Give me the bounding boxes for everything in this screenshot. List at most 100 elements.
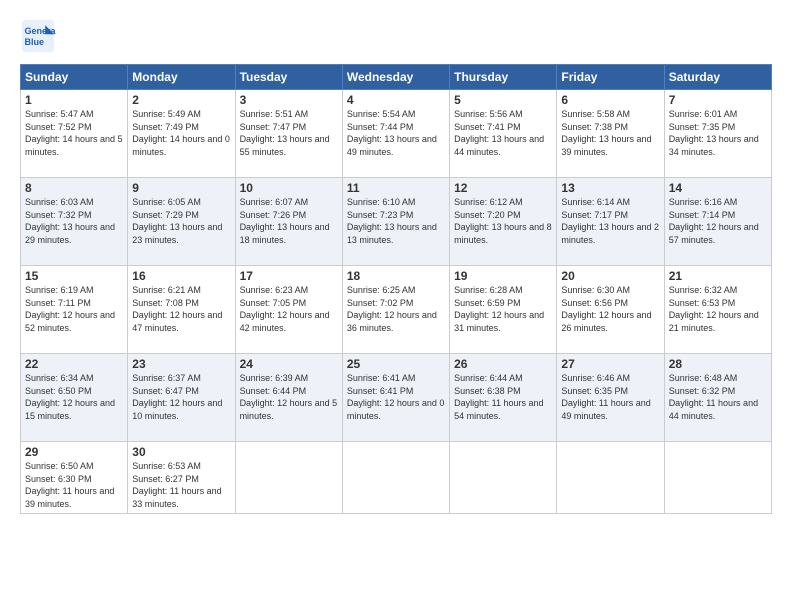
day-number: 7 bbox=[669, 93, 767, 107]
day-info: Sunrise: 6:32 AMSunset: 6:53 PMDaylight:… bbox=[669, 284, 767, 334]
calendar-week-row: 22Sunrise: 6:34 AMSunset: 6:50 PMDayligh… bbox=[21, 354, 772, 442]
weekday-header: Saturday bbox=[664, 65, 771, 90]
day-info: Sunrise: 6:21 AMSunset: 7:08 PMDaylight:… bbox=[132, 284, 230, 334]
calendar-day-cell: 25Sunrise: 6:41 AMSunset: 6:41 PMDayligh… bbox=[342, 354, 449, 442]
day-number: 11 bbox=[347, 181, 445, 195]
calendar-day-cell: 23Sunrise: 6:37 AMSunset: 6:47 PMDayligh… bbox=[128, 354, 235, 442]
day-info: Sunrise: 6:03 AMSunset: 7:32 PMDaylight:… bbox=[25, 196, 123, 246]
day-info: Sunrise: 6:07 AMSunset: 7:26 PMDaylight:… bbox=[240, 196, 338, 246]
calendar-day-cell: 26Sunrise: 6:44 AMSunset: 6:38 PMDayligh… bbox=[450, 354, 557, 442]
weekday-header: Sunday bbox=[21, 65, 128, 90]
calendar-day-cell: 4Sunrise: 5:54 AMSunset: 7:44 PMDaylight… bbox=[342, 90, 449, 178]
day-number: 17 bbox=[240, 269, 338, 283]
day-number: 19 bbox=[454, 269, 552, 283]
calendar-day-cell: 5Sunrise: 5:56 AMSunset: 7:41 PMDaylight… bbox=[450, 90, 557, 178]
calendar-day-cell bbox=[342, 442, 449, 514]
day-number: 1 bbox=[25, 93, 123, 107]
calendar-day-cell: 8Sunrise: 6:03 AMSunset: 7:32 PMDaylight… bbox=[21, 178, 128, 266]
calendar-day-cell: 30Sunrise: 6:53 AMSunset: 6:27 PMDayligh… bbox=[128, 442, 235, 514]
calendar-day-cell: 13Sunrise: 6:14 AMSunset: 7:17 PMDayligh… bbox=[557, 178, 664, 266]
calendar-day-cell: 15Sunrise: 6:19 AMSunset: 7:11 PMDayligh… bbox=[21, 266, 128, 354]
day-number: 28 bbox=[669, 357, 767, 371]
day-info: Sunrise: 6:14 AMSunset: 7:17 PMDaylight:… bbox=[561, 196, 659, 246]
weekday-header: Thursday bbox=[450, 65, 557, 90]
day-info: Sunrise: 6:48 AMSunset: 6:32 PMDaylight:… bbox=[669, 372, 767, 422]
day-info: Sunrise: 5:51 AMSunset: 7:47 PMDaylight:… bbox=[240, 108, 338, 158]
calendar-day-cell: 21Sunrise: 6:32 AMSunset: 6:53 PMDayligh… bbox=[664, 266, 771, 354]
calendar-day-cell: 29Sunrise: 6:50 AMSunset: 6:30 PMDayligh… bbox=[21, 442, 128, 514]
day-info: Sunrise: 5:58 AMSunset: 7:38 PMDaylight:… bbox=[561, 108, 659, 158]
weekday-header: Wednesday bbox=[342, 65, 449, 90]
day-info: Sunrise: 6:50 AMSunset: 6:30 PMDaylight:… bbox=[25, 460, 123, 510]
svg-text:General: General bbox=[25, 26, 57, 36]
calendar-day-cell: 10Sunrise: 6:07 AMSunset: 7:26 PMDayligh… bbox=[235, 178, 342, 266]
day-info: Sunrise: 6:39 AMSunset: 6:44 PMDaylight:… bbox=[240, 372, 338, 422]
calendar-day-cell: 16Sunrise: 6:21 AMSunset: 7:08 PMDayligh… bbox=[128, 266, 235, 354]
calendar-day-cell bbox=[664, 442, 771, 514]
calendar-day-cell: 28Sunrise: 6:48 AMSunset: 6:32 PMDayligh… bbox=[664, 354, 771, 442]
day-info: Sunrise: 6:34 AMSunset: 6:50 PMDaylight:… bbox=[25, 372, 123, 422]
header: General Blue bbox=[20, 18, 772, 54]
day-info: Sunrise: 6:41 AMSunset: 6:41 PMDaylight:… bbox=[347, 372, 445, 422]
day-info: Sunrise: 6:44 AMSunset: 6:38 PMDaylight:… bbox=[454, 372, 552, 422]
day-info: Sunrise: 6:05 AMSunset: 7:29 PMDaylight:… bbox=[132, 196, 230, 246]
day-info: Sunrise: 6:10 AMSunset: 7:23 PMDaylight:… bbox=[347, 196, 445, 246]
day-info: Sunrise: 6:19 AMSunset: 7:11 PMDaylight:… bbox=[25, 284, 123, 334]
day-number: 14 bbox=[669, 181, 767, 195]
day-info: Sunrise: 6:16 AMSunset: 7:14 PMDaylight:… bbox=[669, 196, 767, 246]
calendar: SundayMondayTuesdayWednesdayThursdayFrid… bbox=[20, 64, 772, 514]
calendar-day-cell: 14Sunrise: 6:16 AMSunset: 7:14 PMDayligh… bbox=[664, 178, 771, 266]
day-number: 24 bbox=[240, 357, 338, 371]
day-number: 21 bbox=[669, 269, 767, 283]
day-info: Sunrise: 5:56 AMSunset: 7:41 PMDaylight:… bbox=[454, 108, 552, 158]
calendar-day-cell bbox=[235, 442, 342, 514]
day-info: Sunrise: 5:49 AMSunset: 7:49 PMDaylight:… bbox=[132, 108, 230, 158]
day-info: Sunrise: 6:01 AMSunset: 7:35 PMDaylight:… bbox=[669, 108, 767, 158]
calendar-day-cell: 17Sunrise: 6:23 AMSunset: 7:05 PMDayligh… bbox=[235, 266, 342, 354]
day-info: Sunrise: 5:54 AMSunset: 7:44 PMDaylight:… bbox=[347, 108, 445, 158]
day-number: 5 bbox=[454, 93, 552, 107]
day-number: 10 bbox=[240, 181, 338, 195]
day-info: Sunrise: 6:30 AMSunset: 6:56 PMDaylight:… bbox=[561, 284, 659, 334]
day-info: Sunrise: 6:46 AMSunset: 6:35 PMDaylight:… bbox=[561, 372, 659, 422]
day-number: 9 bbox=[132, 181, 230, 195]
day-number: 23 bbox=[132, 357, 230, 371]
logo-icon: General Blue bbox=[20, 18, 56, 54]
calendar-day-cell bbox=[450, 442, 557, 514]
day-number: 16 bbox=[132, 269, 230, 283]
calendar-day-cell: 3Sunrise: 5:51 AMSunset: 7:47 PMDaylight… bbox=[235, 90, 342, 178]
logo: General Blue bbox=[20, 18, 56, 54]
calendar-day-cell: 9Sunrise: 6:05 AMSunset: 7:29 PMDaylight… bbox=[128, 178, 235, 266]
page: General Blue SundayMondayTuesdayWednesda… bbox=[0, 0, 792, 612]
day-number: 4 bbox=[347, 93, 445, 107]
day-number: 27 bbox=[561, 357, 659, 371]
calendar-week-row: 8Sunrise: 6:03 AMSunset: 7:32 PMDaylight… bbox=[21, 178, 772, 266]
day-info: Sunrise: 6:28 AMSunset: 6:59 PMDaylight:… bbox=[454, 284, 552, 334]
calendar-day-cell: 6Sunrise: 5:58 AMSunset: 7:38 PMDaylight… bbox=[557, 90, 664, 178]
day-number: 13 bbox=[561, 181, 659, 195]
calendar-week-row: 29Sunrise: 6:50 AMSunset: 6:30 PMDayligh… bbox=[21, 442, 772, 514]
day-info: Sunrise: 6:53 AMSunset: 6:27 PMDaylight:… bbox=[132, 460, 230, 510]
day-number: 15 bbox=[25, 269, 123, 283]
day-number: 25 bbox=[347, 357, 445, 371]
day-number: 3 bbox=[240, 93, 338, 107]
calendar-day-cell: 1Sunrise: 5:47 AMSunset: 7:52 PMDaylight… bbox=[21, 90, 128, 178]
calendar-day-cell: 27Sunrise: 6:46 AMSunset: 6:35 PMDayligh… bbox=[557, 354, 664, 442]
weekday-header: Friday bbox=[557, 65, 664, 90]
day-number: 30 bbox=[132, 445, 230, 459]
calendar-week-row: 15Sunrise: 6:19 AMSunset: 7:11 PMDayligh… bbox=[21, 266, 772, 354]
weekday-header: Tuesday bbox=[235, 65, 342, 90]
calendar-day-cell: 18Sunrise: 6:25 AMSunset: 7:02 PMDayligh… bbox=[342, 266, 449, 354]
calendar-day-cell: 2Sunrise: 5:49 AMSunset: 7:49 PMDaylight… bbox=[128, 90, 235, 178]
day-number: 26 bbox=[454, 357, 552, 371]
svg-text:Blue: Blue bbox=[25, 37, 45, 47]
day-number: 22 bbox=[25, 357, 123, 371]
day-number: 29 bbox=[25, 445, 123, 459]
day-number: 2 bbox=[132, 93, 230, 107]
day-number: 8 bbox=[25, 181, 123, 195]
day-number: 12 bbox=[454, 181, 552, 195]
day-number: 20 bbox=[561, 269, 659, 283]
calendar-day-cell: 12Sunrise: 6:12 AMSunset: 7:20 PMDayligh… bbox=[450, 178, 557, 266]
calendar-day-cell: 22Sunrise: 6:34 AMSunset: 6:50 PMDayligh… bbox=[21, 354, 128, 442]
day-number: 18 bbox=[347, 269, 445, 283]
